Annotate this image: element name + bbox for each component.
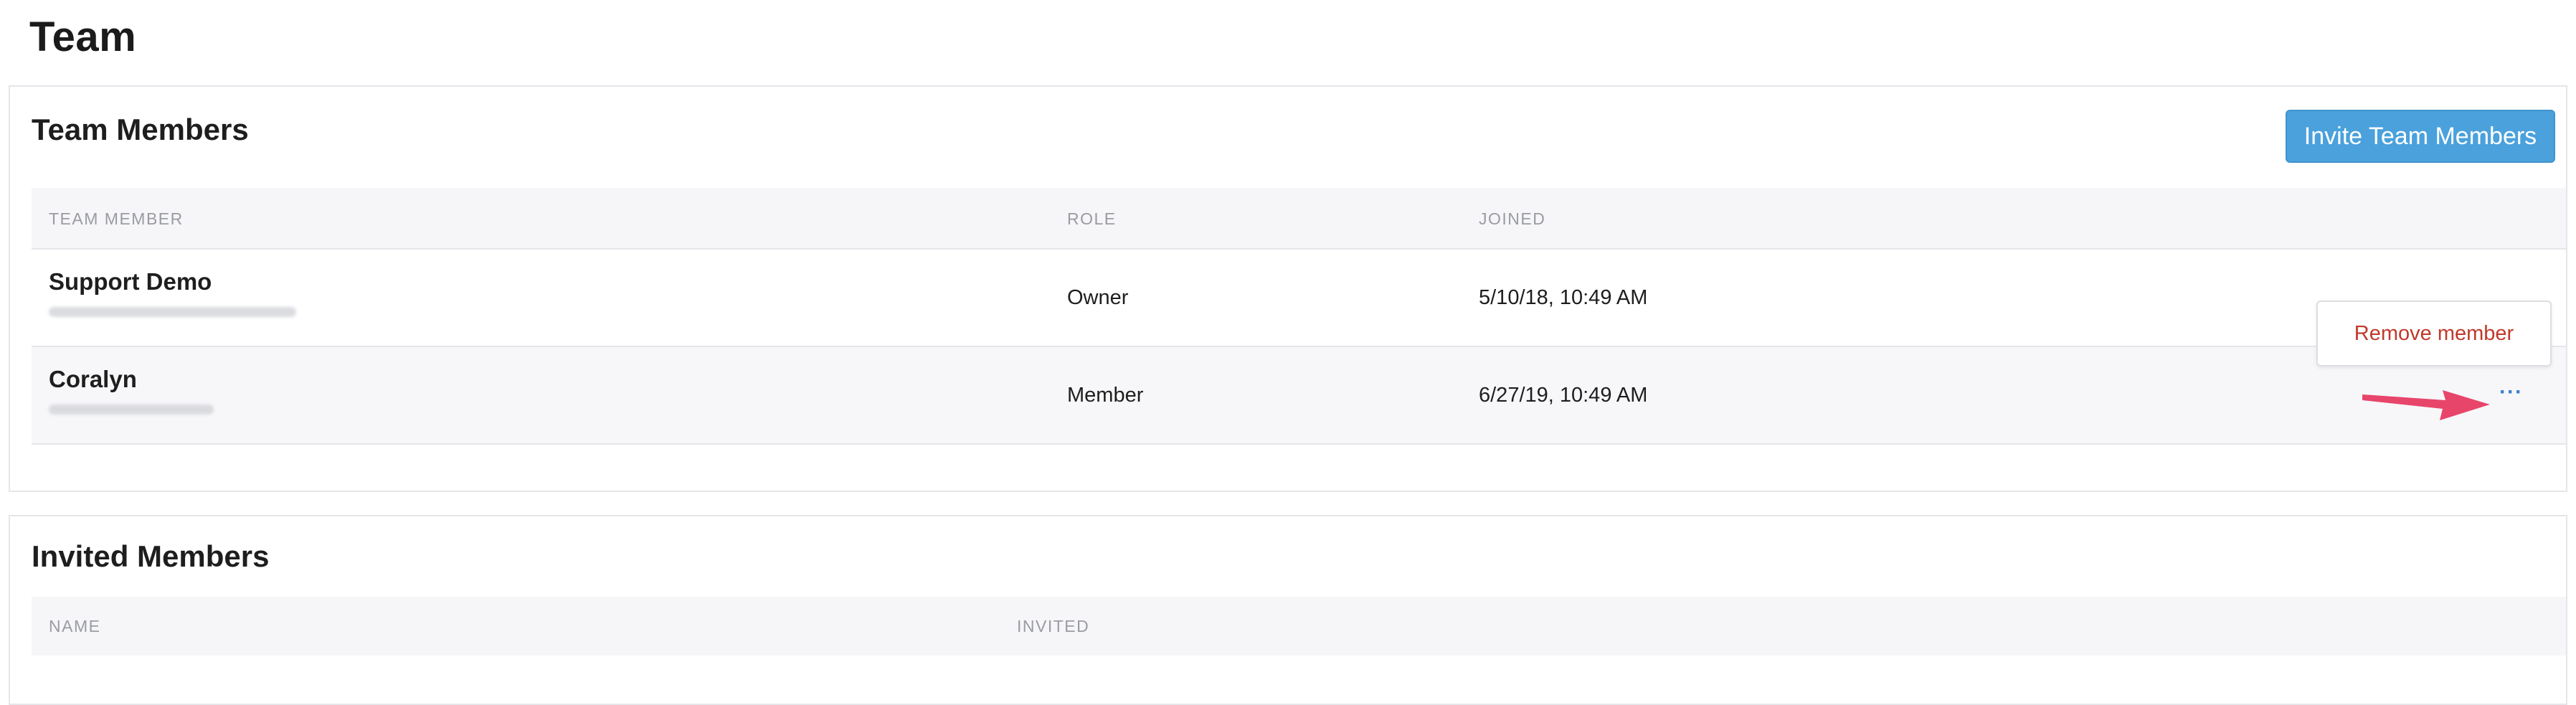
page-title: Team — [29, 14, 137, 60]
table-row: Support Demo Owner 5/10/18, 10:49 AM — [32, 250, 2566, 347]
row-actions-dropdown: Remove member — [2316, 301, 2552, 366]
team-members-panel: Team Members Invite Team Members TEAM ME… — [9, 85, 2567, 492]
column-header-name: NAME — [49, 617, 101, 635]
member-joined-date: 6/27/19, 10:49 AM — [1479, 384, 1648, 407]
member-name: Support Demo — [49, 268, 212, 295]
team-members-title: Team Members — [32, 113, 249, 146]
annotation-arrow-icon — [2362, 390, 2490, 420]
member-joined-date: 5/10/18, 10:49 AM — [1479, 286, 1648, 309]
column-header-role: ROLE — [1067, 209, 1117, 228]
remove-member-button[interactable]: Remove member — [2318, 302, 2550, 365]
table-row: Coralyn Member 6/27/19, 10:49 AM ··· — [32, 347, 2566, 445]
column-header-team-member: TEAM MEMBER — [49, 209, 184, 228]
team-members-table-header: TEAM MEMBER ROLE JOINED — [32, 188, 2566, 250]
member-email-redacted — [49, 404, 214, 415]
invite-team-members-button[interactable]: Invite Team Members — [2286, 110, 2555, 163]
member-role: Member — [1067, 384, 1144, 407]
invited-members-table-header: NAME INVITED — [32, 597, 2566, 656]
member-email-redacted — [49, 307, 296, 317]
invited-members-panel: Invited Members NAME INVITED — [9, 515, 2567, 705]
member-name: Coralyn — [49, 366, 137, 392]
invited-members-title: Invited Members — [32, 539, 270, 573]
column-header-invited: INVITED — [1017, 617, 1090, 635]
column-header-joined: JOINED — [1479, 209, 1546, 228]
member-role: Owner — [1067, 286, 1129, 309]
